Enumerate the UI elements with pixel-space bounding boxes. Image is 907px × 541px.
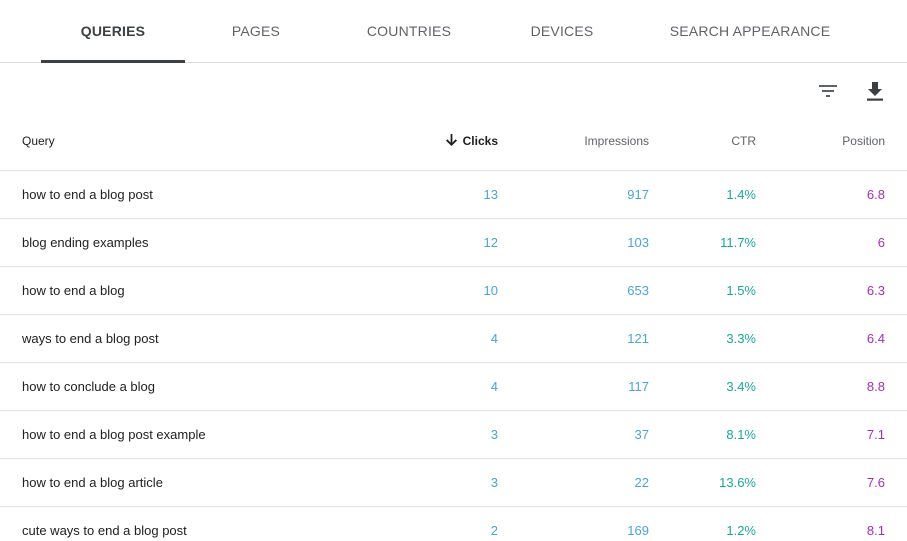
table-row[interactable]: how to end a blog article 3 22 13.6% 7.6 [0,459,907,507]
ctr-cell: 3.3% [726,331,756,346]
ctr-cell: 13.6% [719,475,756,490]
table-row[interactable]: how to end a blog post example 3 37 8.1% 7.1 [0,411,907,459]
query-cell: how to end a blog post [22,187,153,202]
position-cell: 8.8 [866,379,885,394]
clicks-cell: 3 [490,427,498,442]
tab-queries-label: QUERIES [80,23,146,39]
impressions-cell: 103 [627,235,649,250]
impressions-cell: 169 [627,523,649,538]
table-row[interactable]: how to conclude a blog 4 117 3.4% 8.8 [0,363,907,411]
tab-search-appearance[interactable]: SEARCH APPEARANCE [665,0,835,62]
report-tabs: QUERIES PAGES COUNTRIES DEVICES SEARCH A… [0,0,907,63]
table-row[interactable]: how to end a blog post 13 917 1.4% 6.8 [0,171,907,219]
position-cell: 7.1 [866,427,885,442]
query-cell: blog ending examples [22,235,149,250]
column-header-query[interactable]: Query [22,113,362,170]
impressions-cell: 917 [627,187,649,202]
tab-countries[interactable]: COUNTRIES [352,0,466,62]
tab-pages[interactable]: PAGES [200,0,312,62]
table-row[interactable]: ways to end a blog post 4 121 3.3% 6.4 [0,315,907,363]
ctr-cell: 1.4% [726,187,756,202]
clicks-cell: 10 [483,283,498,298]
ctr-cell: 11.7% [720,235,756,250]
table-row[interactable]: blog ending examples 12 103 11.7% 6 [0,219,907,267]
query-cell: how to conclude a blog [22,379,155,394]
query-cell: how to end a blog post example [22,427,206,442]
filter-button[interactable] [808,71,848,111]
download-icon [867,81,883,101]
ctr-cell: 1.2% [726,523,756,538]
query-cell: how to end a blog article [22,475,163,490]
column-header-impressions[interactable]: Impressions [529,113,649,170]
tab-countries-label: COUNTRIES [366,23,452,39]
column-header-clicks-label: Clicks [462,134,498,148]
table-toolbar [0,63,907,113]
column-header-ctr[interactable]: CTR [656,113,756,170]
impressions-cell: 37 [634,427,649,442]
tab-devices-label: DEVICES [530,23,594,39]
ctr-cell: 1.5% [726,283,756,298]
impressions-cell: 121 [627,331,649,346]
download-button[interactable] [855,71,895,111]
ctr-cell: 8.1% [726,427,756,442]
clicks-cell: 3 [490,475,498,490]
query-cell: ways to end a blog post [22,331,159,346]
clicks-cell: 13 [483,187,498,202]
impressions-cell: 22 [634,475,649,490]
clicks-cell: 4 [490,379,498,394]
position-cell: 8.1 [866,523,885,538]
clicks-cell: 2 [490,523,498,538]
filter-icon [819,85,837,97]
tab-search-appearance-label: SEARCH APPEARANCE [669,23,831,39]
impressions-cell: 653 [627,283,649,298]
position-cell: 6.4 [866,331,885,346]
position-cell: 6.3 [866,283,885,298]
column-header-position[interactable]: Position [785,113,885,170]
tab-devices[interactable]: DEVICES [510,0,614,62]
table-row[interactable]: cute ways to end a blog post 2 169 1.2% 8.1 [0,507,907,541]
position-cell: 6 [877,235,885,250]
arrow-down-icon [445,134,457,147]
query-cell: how to end a blog [22,283,125,298]
table-header: Query Clicks Impressions CTR Position [0,113,907,171]
position-cell: 6.8 [866,187,885,202]
clicks-cell: 12 [483,235,498,250]
query-cell: cute ways to end a blog post [22,523,187,538]
tab-queries[interactable]: QUERIES [41,0,185,63]
column-header-clicks[interactable]: Clicks [378,113,498,170]
impressions-cell: 117 [628,379,649,394]
position-cell: 7.6 [866,475,885,490]
queries-table: Query Clicks Impressions CTR Position ho… [0,113,907,541]
clicks-cell: 4 [490,331,498,346]
tab-pages-label: PAGES [231,23,281,39]
ctr-cell: 3.4% [726,379,756,394]
table-row[interactable]: how to end a blog 10 653 1.5% 6.3 [0,267,907,315]
